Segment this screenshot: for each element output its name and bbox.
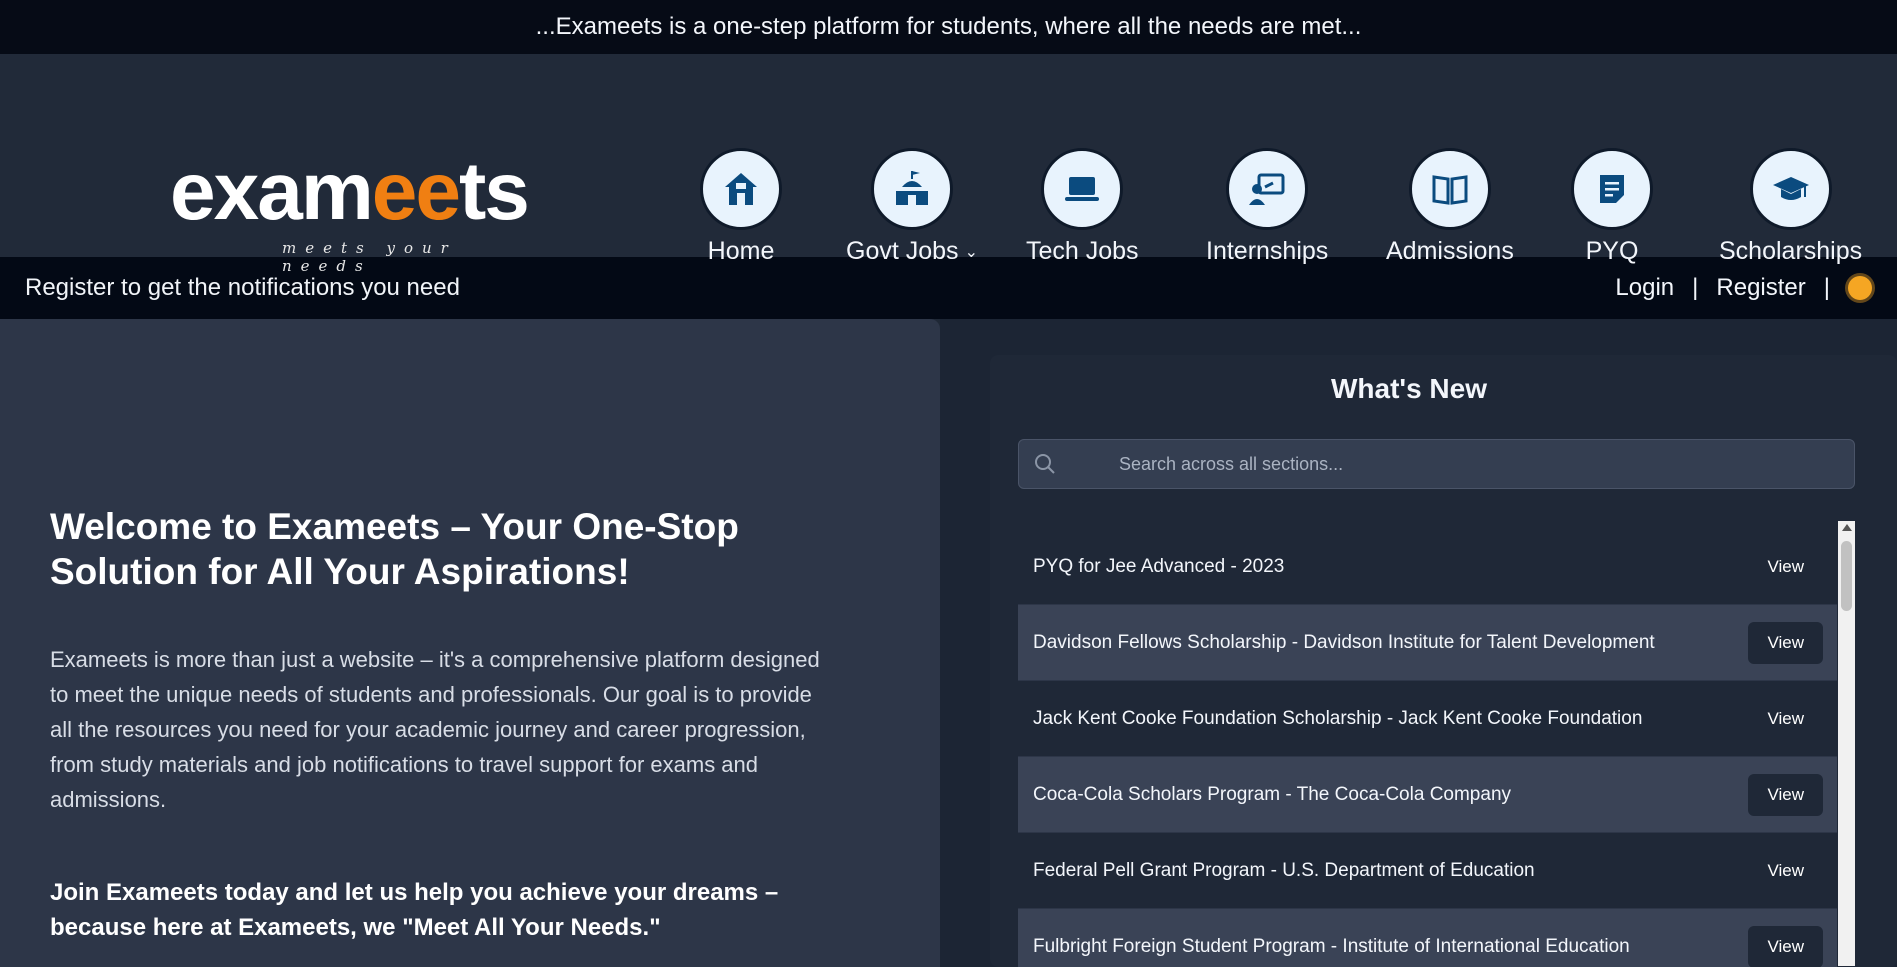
nav-pyq[interactable]: PYQ [1571, 148, 1653, 266]
item-title: Coca-Cola Scholars Program - The Coca-Co… [1033, 783, 1512, 805]
view-button[interactable]: View [1748, 773, 1823, 816]
nav-label: Admissions [1386, 237, 1514, 265]
nav-govt-jobs[interactable]: Govt Jobs ⌄ [846, 148, 978, 266]
site-header: exameets meets your needs Home Govt Jobs… [0, 54, 1897, 275]
whats-new-panel: What's New PYQ for Jee Advanced - 2023 V… [990, 355, 1897, 967]
nav-admissions[interactable]: Admissions [1386, 148, 1514, 266]
auth-links: Login | Register | [1615, 274, 1872, 302]
book-icon [1408, 148, 1491, 230]
view-button[interactable]: View [1748, 698, 1823, 740]
nav-label: Home [707, 237, 775, 265]
main-nav: Home Govt Jobs ⌄ Tech Jobs Internships Ad… [700, 148, 1897, 268]
theme-toggle-sun-icon[interactable] [1848, 276, 1872, 300]
register-link[interactable]: Register [1716, 274, 1805, 302]
nav-label: Govt Jobs [846, 237, 959, 265]
nav-home[interactable]: Home [700, 148, 782, 266]
separator: | [1692, 274, 1699, 301]
welcome-paragraph: Exameets is more than just a website – i… [50, 647, 820, 812]
announcement-bar: ...Exameets is a one-step platform for s… [0, 0, 1897, 54]
nav-tech-jobs[interactable]: Tech Jobs [1026, 148, 1139, 266]
view-button[interactable]: View [1748, 925, 1823, 967]
nav-label: PYQ [1585, 237, 1639, 265]
item-title: Davidson Fellows Scholarship - Davidson … [1033, 631, 1655, 653]
login-link[interactable]: Login [1615, 274, 1674, 302]
graduation-cap-icon [1749, 148, 1832, 230]
announcement-text: ...Exameets is a one-step platform for s… [535, 13, 1362, 40]
list-item: Fulbright Foreign Student Program - Inst… [1018, 909, 1837, 967]
list-item: Coca-Cola Scholars Program - The Coca-Co… [1018, 757, 1837, 833]
list-item: Jack Kent Cooke Foundation Scholarship -… [1018, 681, 1837, 757]
whats-new-title: What's New [1330, 373, 1487, 404]
view-button[interactable]: View [1748, 621, 1823, 664]
item-title: Fulbright Foreign Student Program - Inst… [1033, 935, 1630, 957]
welcome-title: Welcome to Exameets – Your One-Stop Solu… [50, 506, 739, 592]
search-input[interactable] [1117, 452, 1821, 476]
scrollbar-thumb[interactable] [1841, 541, 1852, 611]
whats-new-list: PYQ for Jee Advanced - 2023 View Davidso… [1018, 529, 1837, 967]
chevron-down-icon[interactable]: ⌄ [965, 242, 978, 262]
logo-wordmark: exameets [170, 146, 530, 237]
search-box [1018, 439, 1855, 489]
document-icon [1571, 148, 1653, 230]
nav-label: Scholarships [1719, 237, 1863, 265]
exameets-logo[interactable]: exameets meets your needs [170, 146, 540, 276]
register-prompt: Register to get the notifications you ne… [25, 274, 460, 301]
view-button[interactable]: View [1748, 546, 1823, 588]
list-item: Davidson Fellows Scholarship - Davidson … [1018, 605, 1837, 681]
home-icon [700, 148, 782, 230]
nav-label: Tech Jobs [1026, 237, 1139, 265]
nav-scholarships[interactable]: Scholarships [1719, 148, 1862, 266]
list-item: Federal Pell Grant Program - U.S. Depart… [1018, 833, 1837, 909]
laptop-icon [1041, 148, 1124, 230]
nav-label: Internships [1206, 237, 1329, 265]
search-icon [1033, 452, 1057, 481]
nav-internships[interactable]: Internships [1206, 148, 1328, 266]
scroll-up-arrow-icon[interactable] [1841, 524, 1852, 531]
main-content: Welcome to Exameets – Your One-Stop Solu… [0, 319, 1897, 967]
logo-tagline: meets your needs [282, 239, 457, 275]
whats-new-section: What's New PYQ for Jee Advanced - 2023 V… [940, 319, 1897, 967]
list-scrollbar[interactable] [1838, 521, 1855, 966]
presentation-icon [1226, 148, 1309, 230]
welcome-cta: Join Exameets today and let us help you … [50, 879, 779, 941]
separator: | [1823, 274, 1830, 301]
government-building-icon [870, 148, 953, 230]
item-title: Federal Pell Grant Program - U.S. Depart… [1033, 859, 1535, 881]
view-button[interactable]: View [1748, 850, 1823, 892]
item-title: PYQ for Jee Advanced - 2023 [1033, 555, 1285, 577]
welcome-section: Welcome to Exameets – Your One-Stop Solu… [0, 319, 940, 967]
item-title: Jack Kent Cooke Foundation Scholarship -… [1033, 707, 1643, 729]
list-item: PYQ for Jee Advanced - 2023 View [1018, 529, 1837, 605]
